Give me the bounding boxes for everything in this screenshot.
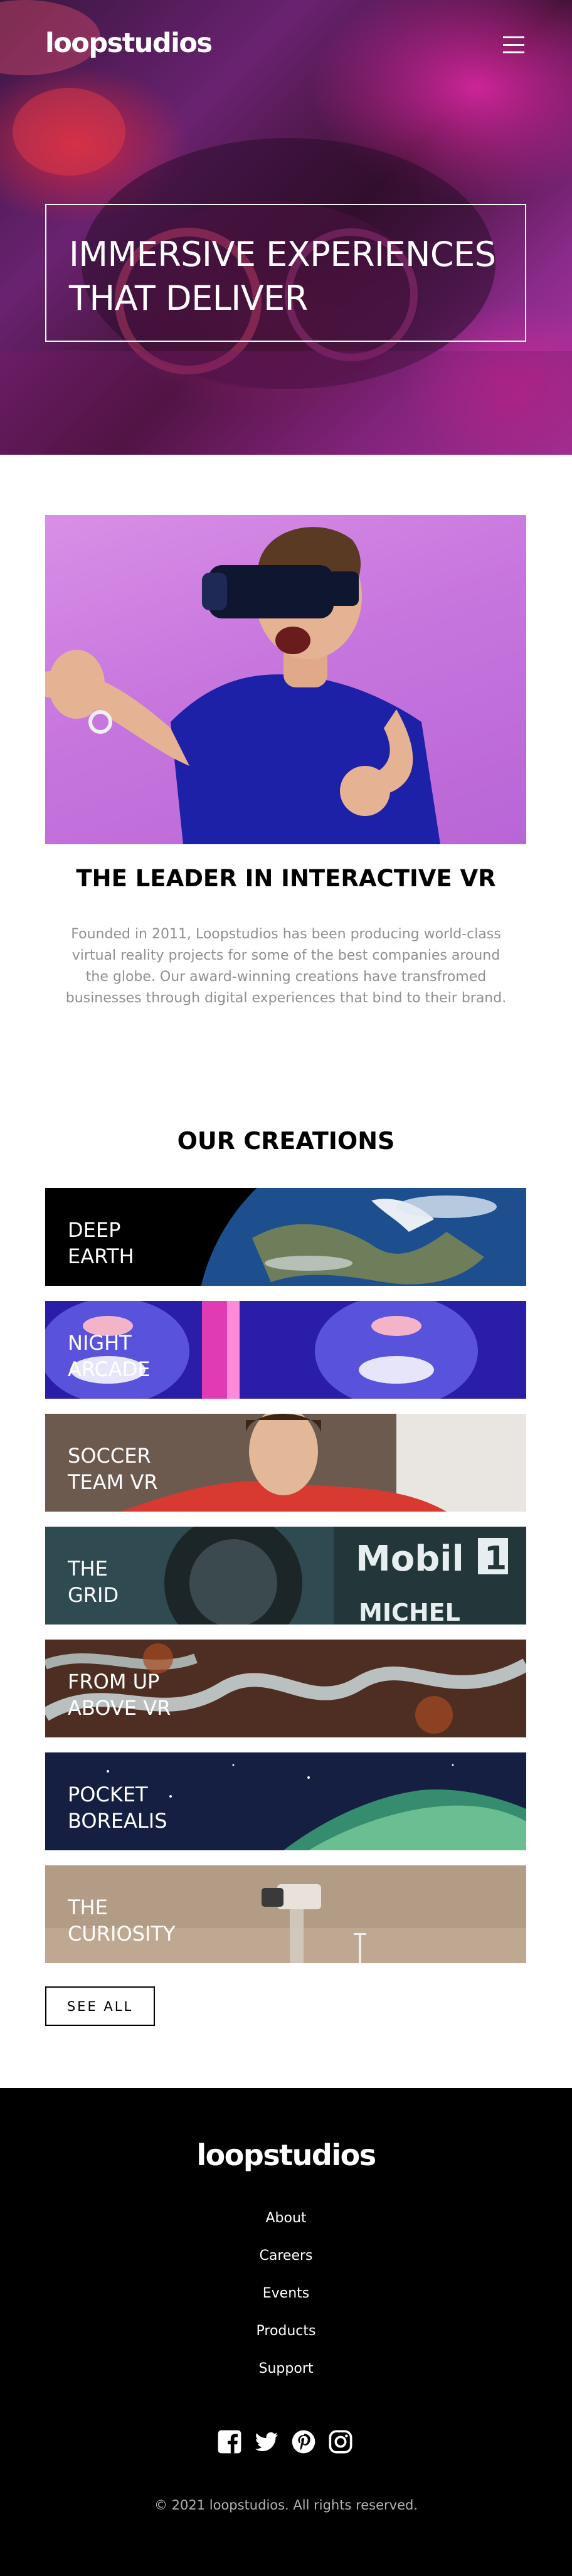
creation-card-title: FROM UP ABOVE VR xyxy=(68,1670,171,1720)
footer-link-careers[interactable]: Careers xyxy=(0,2248,572,2264)
creation-card-title: SOCCER TEAM VR xyxy=(68,1444,158,1494)
svg-text:1: 1 xyxy=(484,1540,507,1577)
creation-card-from-up-above-vr[interactable]: FROM UP ABOVE VR xyxy=(45,1640,526,1737)
hero-title-box: IMMERSIVE EXPERIENCES THAT DELIVER xyxy=(45,204,526,342)
svg-text:Mobil: Mobil xyxy=(356,1539,464,1579)
creation-card-title: DEEP EARTH xyxy=(68,1218,134,1268)
hero-title: IMMERSIVE EXPERIENCES THAT DELIVER xyxy=(69,235,496,318)
about-text: Founded in 2011, Loopstudios has been pr… xyxy=(65,926,507,1006)
logo[interactable]: loopstudios xyxy=(45,28,213,59)
about-heading: THE LEADER IN INTERACTIVE VR xyxy=(76,865,496,892)
hero-section: loopstudios IMMERSIVE EXPERIENCES THAT D… xyxy=(0,0,572,455)
vr-man-image xyxy=(45,515,526,844)
footer-link-about[interactable]: About xyxy=(0,2210,572,2226)
pinterest-icon[interactable] xyxy=(291,2429,316,2454)
see-all-button[interactable]: SEE ALL xyxy=(45,1986,155,2026)
creation-card-soccer-team-vr[interactable]: SOCCER TEAM VR xyxy=(45,1414,526,1512)
facebook-icon[interactable] xyxy=(217,2429,242,2454)
creation-card-title: THE GRID xyxy=(68,1557,119,1607)
footer-link-events[interactable]: Events xyxy=(0,2286,572,2301)
twitter-icon[interactable] xyxy=(254,2429,279,2454)
instagram-icon[interactable] xyxy=(328,2429,353,2454)
footer-logo[interactable]: loopstudios xyxy=(0,2138,572,2172)
creation-card-night-arcade[interactable]: NIGHT ARCADE xyxy=(45,1301,526,1399)
creation-card-the-curiosity[interactable]: THE CURIOSITY xyxy=(45,1865,526,1963)
footer-link-support[interactable]: Support xyxy=(0,2361,572,2377)
hamburger-menu-icon[interactable] xyxy=(502,36,527,54)
footer-link-products[interactable]: Products xyxy=(0,2323,572,2339)
svg-text:MICHEL: MICHEL xyxy=(359,1599,460,1625)
creation-card-title: NIGHT ARCADE xyxy=(68,1331,151,1381)
creations-heading: OUR CREATIONS xyxy=(177,1127,395,1155)
footer: loopstudios About Careers Events Product… xyxy=(0,2088,572,2576)
creation-card-pocket-borealis[interactable]: POCKET BOREALIS xyxy=(45,1752,526,1850)
creation-card-deep-earth[interactable]: DEEP EARTH xyxy=(45,1188,526,1286)
creation-card-title: THE CURIOSITY xyxy=(68,1895,176,1946)
copyright-text: © 2021 loopstudios. All rights reserved. xyxy=(154,2498,418,2513)
creation-card-the-grid[interactable]: Mobil 1 MICHEL THE GRID xyxy=(45,1527,526,1625)
creation-card-title: POCKET BOREALIS xyxy=(68,1783,167,1833)
